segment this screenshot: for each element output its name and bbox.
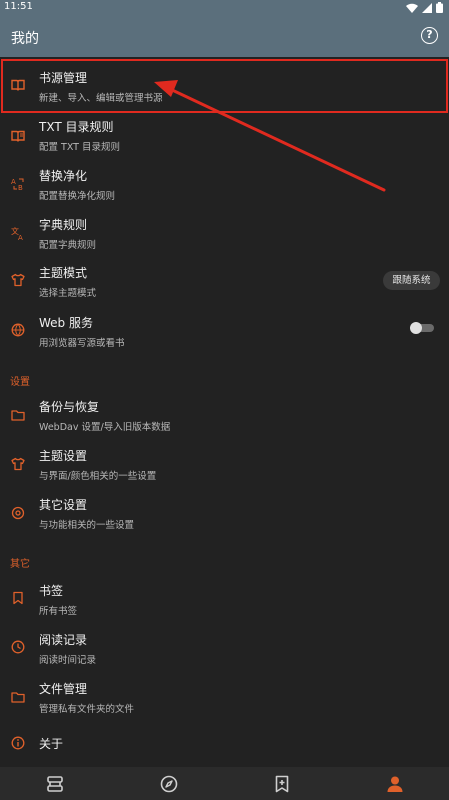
status-time: 11:51 — [4, 1, 33, 12]
menu-item-about[interactable]: 关于 — [0, 721, 449, 770]
section-settings: 设置 — [10, 377, 30, 388]
translate-icon: 文A — [11, 226, 23, 240]
compass-icon[interactable] — [160, 775, 178, 793]
svg-text:B: B — [18, 184, 23, 191]
wifi-icon — [406, 3, 418, 13]
menu-title: 主题设置 — [39, 449, 88, 463]
menu-item-bookmarks[interactable]: 书签 所有书签 — [0, 574, 449, 623]
menu-title: 书签 — [39, 584, 64, 598]
svg-text:A: A — [11, 178, 16, 186]
bookmark-icon — [13, 591, 23, 605]
menu-item-book-source[interactable]: 书源管理 新建、导入、编辑或管理书源 — [0, 60, 449, 109]
section-other: 其它 — [10, 559, 30, 570]
app-bar: 我的 ? — [0, 15, 449, 57]
menu-title: 主题模式 — [39, 266, 88, 280]
menu-subtitle: 阅读时间记录 — [39, 655, 97, 666]
help-circle-icon[interactable]: ? — [421, 27, 438, 44]
menu-subtitle: 与功能相关的一些设置 — [39, 520, 135, 531]
menu-item-other-settings[interactable]: 其它设置 与功能相关的一些设置 — [0, 490, 449, 539]
battery-icon — [436, 2, 443, 13]
shirt-icon — [11, 273, 25, 287]
menu-item-web-service[interactable]: Web 服务 用浏览器写源或看书 — [0, 309, 449, 358]
menu-title: 文件管理 — [39, 682, 88, 696]
menu-item-theme-settings[interactable]: 主题设置 与界面/颜色相关的一些设置 — [0, 441, 449, 490]
menu-item-txt-rule[interactable]: TXT 目录规则 配置 TXT 目录规则 — [0, 113, 449, 162]
replace-icon: AB — [11, 178, 24, 191]
theme-mode-value[interactable]: 跟随系统 — [383, 271, 440, 290]
menu-subtitle: 与界面/颜色相关的一些设置 — [39, 471, 157, 482]
menu-title: 书源管理 — [39, 71, 88, 85]
menu-title: 阅读记录 — [39, 633, 88, 647]
menu-item-reading-record[interactable]: 阅读记录 阅读时间记录 — [0, 623, 449, 672]
shirt-icon — [11, 457, 25, 471]
menu-title: 备份与恢复 — [39, 400, 100, 414]
svg-text:A: A — [18, 234, 23, 240]
menu-item-file-manager[interactable]: 文件管理 管理私有文件夹的文件 — [0, 672, 449, 721]
folder-icon — [11, 692, 25, 703]
info-icon — [11, 736, 25, 750]
menu-title: Web 服务 — [39, 316, 93, 330]
menu-title: 其它设置 — [39, 498, 88, 512]
menu-item-replace[interactable]: AB 替换净化 配置替换净化规则 — [0, 162, 449, 211]
menu-subtitle: 用浏览器写源或看书 — [39, 338, 125, 349]
menu-item-theme-mode[interactable]: 主题模式 选择主题模式 — [0, 260, 449, 309]
folder-icon — [11, 410, 25, 421]
clock-icon — [11, 640, 25, 654]
globe-icon — [11, 323, 25, 337]
menu-subtitle: 配置字典规则 — [39, 240, 97, 251]
menu-subtitle: 选择主题模式 — [39, 288, 97, 299]
menu-subtitle: WebDav 设置/导入旧版本数据 — [39, 422, 171, 433]
menu-item-dictionary[interactable]: 文A 字典规则 配置字典规则 — [0, 211, 449, 260]
gear-icon — [11, 506, 25, 520]
signal-icon — [422, 2, 432, 13]
bookmark-add-icon[interactable] — [273, 775, 291, 793]
menu-subtitle: 新建、导入、编辑或管理书源 — [39, 93, 163, 104]
page-title: 我的 — [11, 31, 39, 47]
status-bar: 11:51 — [0, 0, 449, 15]
menu-title: 关于 — [39, 737, 64, 751]
web-service-switch[interactable] — [410, 322, 434, 334]
bottom-nav — [0, 767, 449, 800]
menu-subtitle: 所有书签 — [39, 606, 78, 617]
menu-title: 替换净化 — [39, 169, 88, 183]
switch-thumb — [410, 322, 422, 334]
menu-title: TXT 目录规则 — [39, 120, 114, 134]
menu-title: 字典规则 — [39, 218, 88, 232]
txt-rule-icon — [11, 130, 25, 142]
person-icon[interactable] — [386, 775, 404, 793]
book-source-icon — [11, 79, 25, 91]
bookshelf-icon[interactable] — [46, 775, 64, 793]
menu-subtitle: 配置替换净化规则 — [39, 191, 116, 202]
menu-subtitle: 管理私有文件夹的文件 — [39, 704, 135, 715]
menu-item-backup[interactable]: 备份与恢复 WebDav 设置/导入旧版本数据 — [0, 392, 449, 441]
system-icons — [406, 1, 443, 14]
menu-subtitle: 配置 TXT 目录规则 — [39, 142, 120, 153]
